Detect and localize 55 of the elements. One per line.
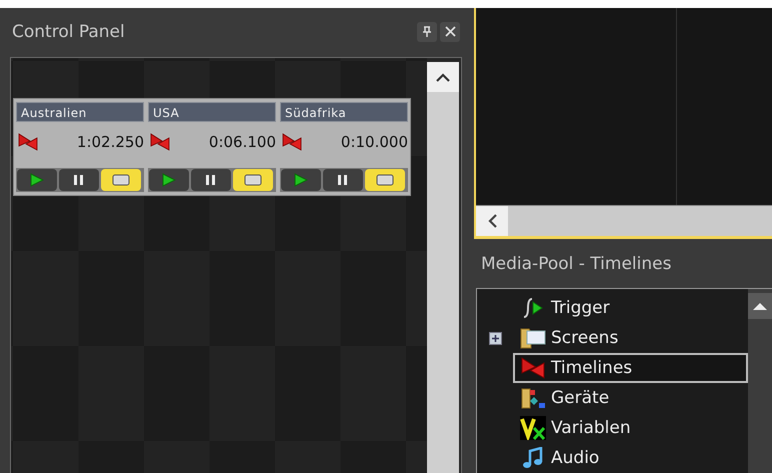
close-button[interactable] — [440, 22, 460, 42]
play-button[interactable] — [17, 169, 57, 191]
pause-icon — [206, 175, 216, 185]
stop-icon — [376, 174, 394, 186]
timeline-name: Australien — [16, 102, 144, 122]
timeline-name: USA — [148, 102, 276, 122]
stop-icon — [244, 174, 262, 186]
timeline-icon — [282, 133, 302, 151]
scroll-up-button[interactable] — [748, 293, 772, 319]
timeline-icon — [150, 133, 170, 151]
stop-button[interactable] — [233, 169, 273, 191]
pause-button[interactable] — [191, 169, 231, 191]
expand-icon[interactable] — [489, 332, 502, 344]
tree-item[interactable]: Trigger — [513, 293, 748, 323]
horizontal-scrollbar[interactable] — [476, 205, 772, 236]
timecode: 1:02.250 — [76, 133, 144, 151]
triangle-up-icon — [752, 302, 768, 310]
stop-icon — [112, 174, 130, 186]
variable-icon — [520, 416, 546, 440]
pause-icon — [74, 175, 84, 185]
timeline-icon — [520, 357, 546, 379]
tree-item[interactable]: Variablen — [513, 413, 748, 443]
stop-button[interactable] — [365, 169, 405, 191]
play-icon — [162, 173, 176, 187]
vertical-scrollbar[interactable] — [748, 289, 772, 473]
scroll-left-button[interactable] — [476, 206, 508, 236]
panel-title: Media-Pool - Timelines — [481, 254, 672, 274]
play-icon — [294, 173, 308, 187]
play-button[interactable] — [281, 169, 321, 191]
pause-button[interactable] — [59, 169, 99, 191]
timecode: 0:06.100 — [208, 133, 276, 151]
stop-button[interactable] — [101, 169, 141, 191]
pause-button[interactable] — [323, 169, 363, 191]
vertical-scrollbar[interactable] — [427, 62, 459, 473]
timeline-icon — [18, 133, 38, 151]
play-icon — [30, 173, 44, 187]
close-icon — [444, 26, 456, 37]
pause-icon — [338, 175, 348, 185]
folder-screen-icon — [519, 326, 547, 350]
folder-device-icon — [520, 386, 546, 410]
chevron-left-icon — [488, 214, 496, 228]
pin-button[interactable] — [417, 22, 437, 42]
timeline-name: Südafrika — [280, 102, 408, 122]
scroll-up-button[interactable] — [427, 62, 459, 92]
trigger-icon — [521, 297, 545, 319]
pin-icon — [422, 26, 432, 37]
chevron-up-icon — [436, 72, 450, 82]
tree-item[interactable]: Geräte — [513, 383, 748, 413]
timecode: 0:10.000 — [340, 133, 408, 151]
tree-item[interactable]: Audio — [513, 443, 748, 473]
music-note-icon — [522, 447, 544, 469]
panel-title: Control Panel — [12, 22, 125, 42]
tree-item[interactable]: Timelines — [513, 353, 748, 383]
tree-item[interactable]: Screens — [513, 323, 748, 353]
play-button[interactable] — [149, 169, 189, 191]
